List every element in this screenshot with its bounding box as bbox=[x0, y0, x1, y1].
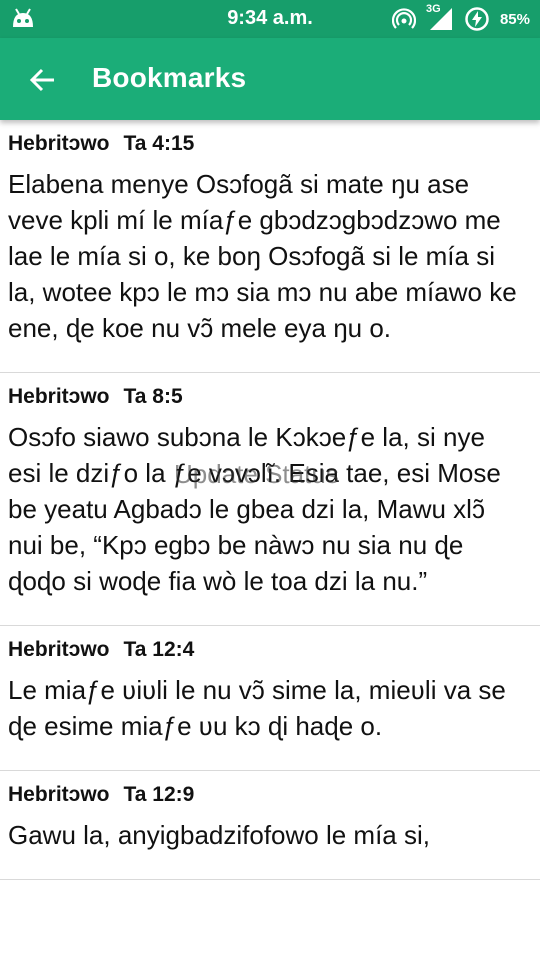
bookmark-chapter-verse: Ta 4:15 bbox=[123, 132, 195, 155]
bookmark-list[interactable]: Hebritɔwo Ta 4:15 Elabena menye Osɔfogã s… bbox=[0, 120, 540, 960]
bookmark-verse-text: Le miaƒe ʋiʋli le nu vɔ̃ sime la, mieʋli… bbox=[8, 675, 506, 741]
bookmark-item[interactable]: Hebritɔwo Ta 12:9 Gawu la, anyigbadzifofo… bbox=[0, 771, 540, 880]
hotspot-icon bbox=[391, 8, 416, 29]
back-button[interactable] bbox=[22, 60, 62, 100]
bookmark-chapter-verse: Ta 12:4 bbox=[123, 638, 195, 661]
battery-charging-icon bbox=[465, 7, 489, 31]
bookmark-reference: Hebritɔwo Ta 4:15 bbox=[8, 130, 524, 158]
bookmark-reference: Hebritɔwo Ta 8:5 bbox=[8, 383, 524, 411]
bookmark-verse-text: Osɔfo siawo subɔna le Kɔkɔeƒe la, si nye… bbox=[8, 422, 501, 596]
bookmark-chapter-verse: Ta 8:5 bbox=[123, 385, 183, 408]
bookmark-book: Hebritɔwo bbox=[8, 132, 110, 155]
bookmark-verse-text: Gawu la, anyigbadzifofowo le mía si, bbox=[8, 820, 430, 850]
page-title: Bookmarks bbox=[92, 62, 247, 93]
bookmark-item[interactable]: Hebritɔwo Ta 4:15 Elabena menye Osɔfogã s… bbox=[0, 120, 540, 373]
bookmark-item[interactable]: Hebritɔwo Ta 8:5 Osɔfo siawo subɔna le Kɔ… bbox=[0, 373, 540, 626]
arrow-left-icon bbox=[29, 68, 54, 92]
bookmark-book: Hebritɔwo bbox=[8, 783, 110, 806]
bookmark-reference: Hebritɔwo Ta 12:4 bbox=[8, 636, 524, 664]
app-bar: Bookmarks bbox=[0, 38, 540, 120]
status-icons: 3G 85% bbox=[391, 3, 530, 33]
status-bar: 9:34 a.m. 3G 85% bbox=[0, 0, 540, 38]
signal-icon: 3G bbox=[426, 3, 454, 32]
bookmark-book: Hebritɔwo bbox=[8, 638, 110, 661]
bookmark-item[interactable]: Hebritɔwo Ta 12:4 Le miaƒe ʋiʋli le nu vɔ… bbox=[0, 626, 540, 771]
battery-percent: 85% bbox=[499, 10, 530, 28]
bookmark-verse-text: Elabena menye Osɔfogã si mate ŋu ase vev… bbox=[8, 169, 517, 343]
bookmark-chapter-verse: Ta 12:9 bbox=[123, 783, 195, 806]
bookmark-reference: Hebritɔwo Ta 12:9 bbox=[8, 781, 524, 809]
bookmark-book: Hebritɔwo bbox=[8, 385, 110, 408]
